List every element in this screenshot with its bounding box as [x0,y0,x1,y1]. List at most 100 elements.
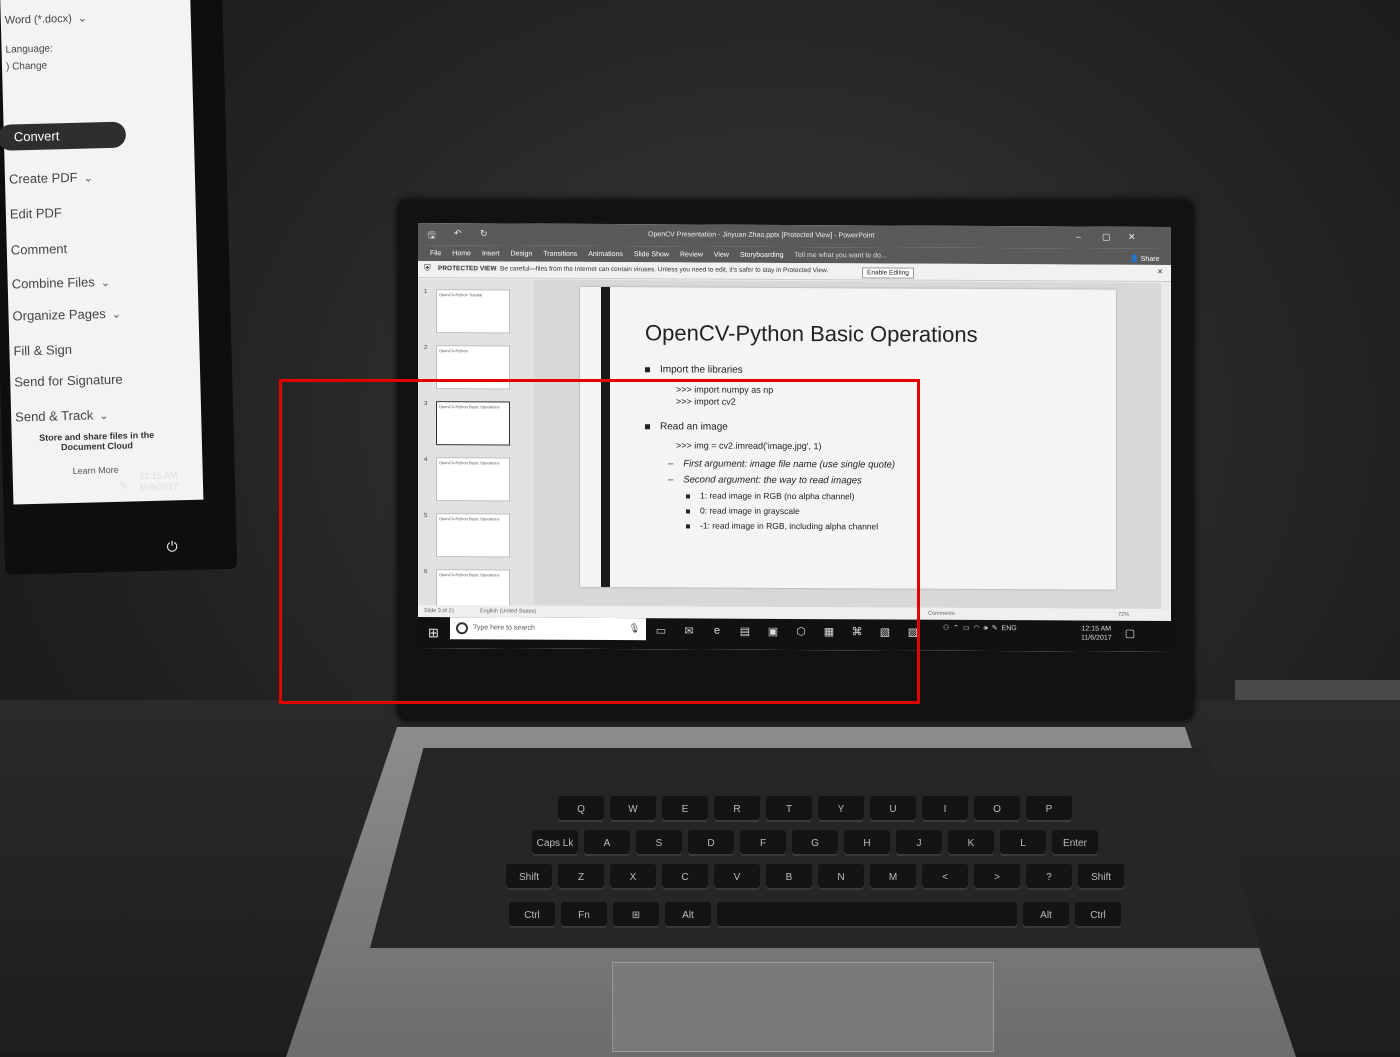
close-icon[interactable]: ✕ [1128,232,1136,243]
keyboard-key[interactable]: Ctrl [1075,902,1121,928]
save-as-format-select[interactable]: Word (*.docx) ⌄ [5,11,88,26]
comments-button[interactable]: Comments [928,611,955,617]
keyboard-key[interactable]: U [870,796,916,822]
acrobat-tool-3[interactable]: Combine Files ⌄ [11,274,111,292]
keyboard-key[interactable]: K [948,830,994,856]
slide-thumbnail[interactable]: OpenCV-Python Tutorial [436,289,510,334]
keyboard-key[interactable]: I [922,796,968,822]
keyboard-key[interactable]: Caps Lk [532,830,578,856]
keyboard-key[interactable]: T [766,796,812,822]
touchpad[interactable] [612,962,994,1052]
keyboard-key[interactable]: Enter [1052,830,1098,856]
keyboard-key[interactable]: M [870,864,916,890]
keyboard-key[interactable]: Fn [561,902,607,928]
chevron-down-icon: ⌄ [100,276,111,290]
thumbnail-title: OpenCV-Python Tutorial [439,292,483,298]
acrobat-tool-5[interactable]: Fill & Sign [13,342,72,359]
ribbon-tab[interactable]: File [430,250,441,257]
shield-icon: ⛨ [424,263,431,274]
keyboard-key[interactable]: Ctrl [509,902,555,928]
ribbon-tab[interactable]: Design [510,250,532,257]
keyboard-key[interactable]: F [740,830,786,856]
keyboard-key[interactable]: A [584,830,630,856]
ribbon-tab[interactable]: Transitions [543,250,577,257]
keyboard-key[interactable]: L [1000,830,1046,856]
pen-tray-icon[interactable]: ✎ [992,625,998,632]
keyboard-key[interactable]: C [662,864,708,890]
acrobat-tool-2[interactable]: Comment [11,241,68,257]
window-title: OpenCV Presentation - Jinyuan Zhao.pptx … [648,231,875,240]
action-center-icon[interactable]: ▢ [1123,627,1137,641]
ribbon-tab[interactable]: Insert [482,250,500,257]
system-tray: ⚇ ⌃ ▭ ◠ 🕪 ✎ ENG [943,624,1017,633]
minimize-icon[interactable]: – [1076,231,1081,241]
acrobat-tool-1[interactable]: Edit PDF [10,205,62,221]
key-row-2: Caps Lk A S D F G H J K L Enter [370,830,1260,856]
acrobat-tool-label: Combine Files [11,274,95,292]
keyboard-key[interactable]: X [610,864,656,890]
keyboard-key[interactable]: O [974,796,1020,822]
keyboard-key[interactable]: R [714,796,760,822]
keyboard-key[interactable]: Z [558,864,604,890]
keyboard-key[interactable]: < [922,864,968,890]
acrobat-tool-6[interactable]: Send for Signature [14,372,123,390]
save-icon[interactable]: 🖫 [428,228,436,244]
acrobat-tool-label: Create PDF [8,169,78,187]
keyboard-key[interactable]: V [714,864,760,890]
ribbon-tab[interactable]: Storyboarding [740,251,784,258]
keyboard-key[interactable]: Alt [1023,902,1069,928]
thumbnail-title: OpenCV-Python [439,348,468,354]
ribbon-tab[interactable]: View [714,251,729,258]
taskbar-clock[interactable]: 12:15 AM 11/6/2017 [1081,625,1112,643]
keyboard-key[interactable]: Shift [506,864,552,890]
people-icon[interactable]: ⚇ [943,625,949,632]
undo-icon[interactable]: ↶ [454,228,462,239]
wifi-icon[interactable]: ◠ [973,625,979,632]
chevron-up-icon[interactable]: ⌃ [953,625,959,632]
close-bar-icon[interactable]: ✕ [1157,268,1163,276]
language-change-link[interactable]: ) Change [6,61,47,73]
keyboard-key[interactable]: D [688,830,734,856]
power-icon[interactable]: ⏻ [166,538,182,554]
keyboard-key[interactable]: J [896,830,942,856]
redo-icon[interactable]: ↻ [480,228,488,239]
keyboard-key[interactable]: E [662,796,708,822]
battery-icon[interactable]: ▭ [963,625,970,632]
bullet-import-text: Import the libraries [660,364,743,376]
language-label: Language: [5,43,53,56]
keyboard-key[interactable]: W [610,796,656,822]
keyboard-key[interactable]: > [974,864,1020,890]
maximize-icon[interactable]: ▢ [1102,232,1111,243]
keyboard-key[interactable]: H [844,830,890,856]
ribbon-tab[interactable]: Review [680,251,703,258]
acrobat-tool-7[interactable]: Send & Track ⌄ [15,407,109,424]
keyboard-key[interactable]: Q [558,796,604,822]
keyboard-key[interactable]: ? [1026,864,1072,890]
pen-icon[interactable]: ✎ [119,480,129,493]
ribbon-tab[interactable]: Animations [588,250,623,257]
keyboard-key[interactable]: Alt [665,902,711,928]
chevron-down-icon: ⌄ [99,410,109,423]
keyboard-key[interactable]: Shift [1078,864,1124,890]
ribbon-tab[interactable]: Slide Show [634,251,669,258]
tell-me-search[interactable]: Tell me what you want to do... [795,252,887,259]
keyboard-key[interactable]: Y [818,796,864,822]
keyboard-key[interactable]: S [636,830,682,856]
ribbon-tab[interactable]: Home [452,250,471,257]
keyboard-key[interactable]: B [766,864,812,890]
keyboard-key[interactable]: ⊞ [613,902,659,928]
zoom-level[interactable]: 72% [1118,612,1129,618]
volume-icon[interactable]: 🕪 [983,625,987,632]
keyboard-key[interactable]: N [818,864,864,890]
enable-editing-button[interactable]: Enable Editing [862,267,914,279]
acrobat-tool-0[interactable]: Create PDF ⌄ [8,169,93,187]
convert-button[interactable]: Convert [0,121,127,151]
keyboard-key[interactable]: G [792,830,838,856]
acrobat-tool-4[interactable]: Organize Pages ⌄ [12,306,121,323]
input-language[interactable]: ENG [1002,625,1017,632]
keyboard-key[interactable] [717,902,1017,928]
protected-view-message: Be careful—files from the Internet can c… [500,265,829,275]
share-button[interactable]: 👤 Share [1130,255,1159,263]
user-icon: 👤 [1130,255,1139,263]
keyboard-key[interactable]: P [1026,796,1072,822]
